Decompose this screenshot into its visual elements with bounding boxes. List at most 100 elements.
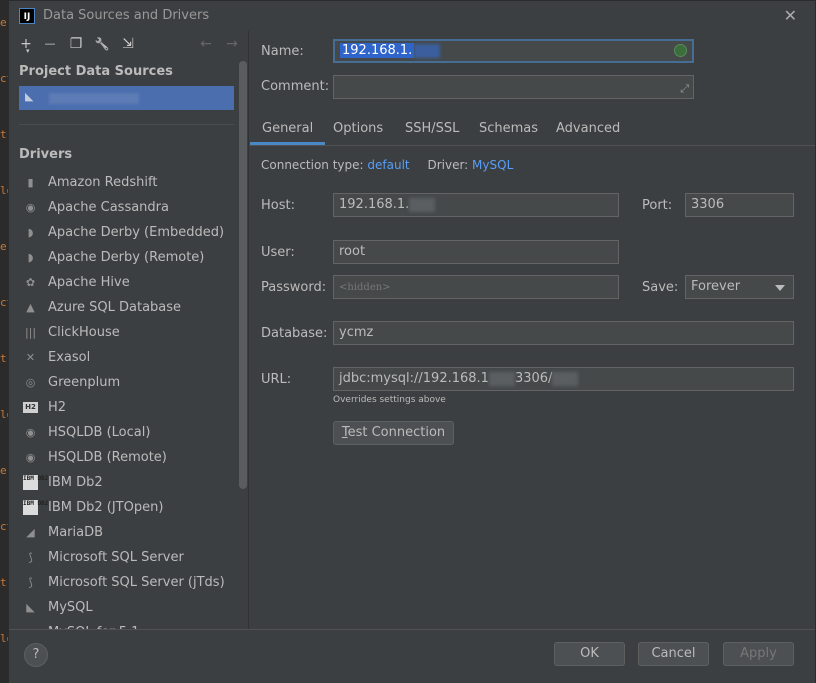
chevron-down-icon [775, 285, 785, 291]
tab-ssh-ssl[interactable]: SSH/SSL [405, 121, 459, 136]
driver-item[interactable]: ◢ MariaDB [19, 520, 241, 545]
cassandra-icon: ◉ [25, 201, 36, 214]
project-data-sources-header: Project Data Sources [19, 64, 173, 79]
tab-schemas[interactable]: Schemas [479, 121, 538, 136]
driver-item[interactable]: H2 H2 [19, 395, 241, 420]
driver-label: IBM Db2 (JTOpen) [48, 500, 164, 515]
driver-item[interactable]: ◗ Apache Derby (Remote) [19, 245, 241, 270]
url-label: URL: [261, 372, 292, 387]
user-field[interactable]: root [333, 240, 619, 264]
forward-arrow-icon[interactable]: → [223, 35, 241, 53]
driver-item[interactable]: ▲ Azure SQL Database [19, 295, 241, 320]
left-panel: + ▾ — ❐ 🔧 ⇲ ← → Project Data Sources ◣ Dr… [9, 31, 249, 629]
driver-item[interactable]: ✿ Apache Hive [19, 270, 241, 295]
user-label: User: [261, 245, 295, 260]
driver-label: Driver: [427, 158, 469, 172]
connection-info-row: Connection type: default Driver: MySQL [261, 158, 513, 172]
password-placeholder: <hidden> [339, 282, 391, 293]
connection-type-link[interactable]: default [367, 158, 409, 172]
save-dropdown[interactable]: Forever [685, 275, 794, 299]
clickhouse-icon: ||| [24, 326, 37, 339]
comment-label: Comment: [261, 79, 330, 94]
driver-item[interactable]: ◉ HSQLDB (Local) [19, 420, 241, 445]
cancel-button[interactable]: Cancel [638, 642, 709, 666]
driver-label: ClickHouse [48, 325, 120, 340]
background-editor-strip: er ct t ld er ct t ld er ct t ld [0, 0, 13, 683]
host-label: Host: [261, 198, 295, 213]
port-label: Port: [642, 198, 673, 213]
hsqldb-icon: ◉ [25, 426, 36, 439]
driver-label: Apache Cassandra [48, 200, 169, 215]
url-field[interactable]: jdbc:mysql://192.168.1 3306/ [333, 367, 794, 391]
mssql-icon: ⟆ [28, 576, 33, 589]
driver-label: IBM Db2 [48, 475, 103, 490]
help-icon[interactable]: ? [24, 643, 48, 667]
driver-item[interactable]: ◣MySQL for 5.1 [19, 620, 241, 629]
ibm-db2-icon: IBM DB2 [23, 500, 48, 515]
port-field[interactable]: 3306 [685, 193, 794, 217]
driver-item[interactable]: ⟆ Microsoft SQL Server [19, 545, 241, 570]
driver-item[interactable]: ◉ Apache Cassandra [19, 195, 241, 220]
drivers-header: Drivers [19, 147, 73, 162]
driver-label: Amazon Redshift [48, 175, 158, 190]
driver-item[interactable]: IBM DB2 IBM Db2 (JTOpen) [19, 495, 241, 520]
mssql-icon: ⟆ [28, 551, 33, 564]
driver-label: H2 [48, 400, 67, 415]
driver-link[interactable]: MySQL [472, 158, 513, 172]
tab-general[interactable]: General [249, 121, 326, 145]
driver-item[interactable]: ◉ HSQLDB (Remote) [19, 445, 241, 470]
save-label: Save: [642, 280, 679, 295]
driver-label: Exasol [48, 350, 91, 365]
redacted-url-db [552, 371, 579, 386]
driver-item[interactable]: ||| ClickHouse [19, 320, 241, 345]
driver-label: MariaDB [48, 525, 104, 540]
driver-label: MySQL [48, 600, 93, 615]
duplicate-icon[interactable]: ❐ [67, 35, 85, 53]
tab-options[interactable]: Options [333, 121, 383, 136]
add-icon[interactable]: + ▾ [17, 35, 35, 55]
driver-label: Microsoft SQL Server (jTds) [48, 575, 225, 590]
expand-icon[interactable]: ⤢ [680, 78, 689, 98]
import-icon[interactable]: ⇲ [119, 35, 137, 53]
host-field[interactable]: 192.168.1. [333, 193, 619, 217]
data-source-item-selected[interactable]: ◣ [19, 86, 234, 110]
redacted-data-source-name [49, 93, 139, 104]
password-field[interactable]: <hidden> [333, 275, 619, 299]
url-port-path: 3306/ [514, 371, 553, 386]
driver-item[interactable]: ◗ Apache Derby (Embedded) [19, 220, 241, 245]
exasol-icon: ✕ [25, 351, 36, 364]
ok-button[interactable]: OK [554, 642, 625, 666]
tab-bar: General Options SSH/SSL Schemas Advanced [249, 115, 815, 146]
apply-button[interactable]: Apply [723, 642, 794, 666]
drivers-list: ▮ Amazon Redshift ◉ Apache Cassandra ◗ Apache… [19, 170, 241, 629]
back-arrow-icon[interactable]: ← [197, 35, 215, 53]
name-field[interactable]: 192.168.1. [333, 39, 694, 63]
driver-label: Apache Hive [48, 275, 130, 290]
driver-item[interactable]: ◎ Greenplum [19, 370, 241, 395]
comment-field[interactable]: ⤢ [333, 75, 694, 99]
driver-item[interactable]: ⟆ Microsoft SQL Server (jTds) [19, 570, 241, 595]
azure-icon: ▲ [26, 301, 35, 314]
wrench-icon[interactable]: 🔧 [93, 35, 111, 53]
left-scrollbar[interactable] [239, 61, 247, 489]
driver-item[interactable]: IBM DB2 IBM Db2 [19, 470, 241, 495]
ibm-db2-icon: IBM DB2 [23, 475, 48, 490]
redacted-host [409, 197, 436, 212]
color-indicator-icon[interactable] [674, 44, 687, 57]
data-sources-dialog: IJ Data Sources and Drivers ✕ + ▾ — ❐ 🔧 ⇲… [8, 0, 816, 683]
driver-item[interactable]: ✕ Exasol [19, 345, 241, 370]
test-connection-button[interactable]: Test Connection [333, 421, 454, 445]
close-icon[interactable]: ✕ [784, 6, 797, 25]
driver-item[interactable]: ▮ Amazon Redshift [19, 170, 241, 195]
h2-icon: H2 [23, 402, 38, 413]
intellij-logo-icon: IJ [19, 8, 35, 24]
url-hint: Overrides settings above [333, 395, 446, 405]
derby-icon: ◗ [27, 226, 34, 239]
tab-advanced[interactable]: Advanced [556, 121, 620, 136]
driver-item[interactable]: ◣ MySQL [19, 595, 241, 620]
remove-icon[interactable]: — [41, 35, 59, 53]
background-code-fragment: t [0, 576, 7, 589]
database-field[interactable]: ycmz [333, 321, 794, 345]
right-panel: Name: 192.168.1. Comment: ⤢ General Opti… [249, 31, 815, 629]
mysql-icon: ◣ [26, 601, 35, 614]
